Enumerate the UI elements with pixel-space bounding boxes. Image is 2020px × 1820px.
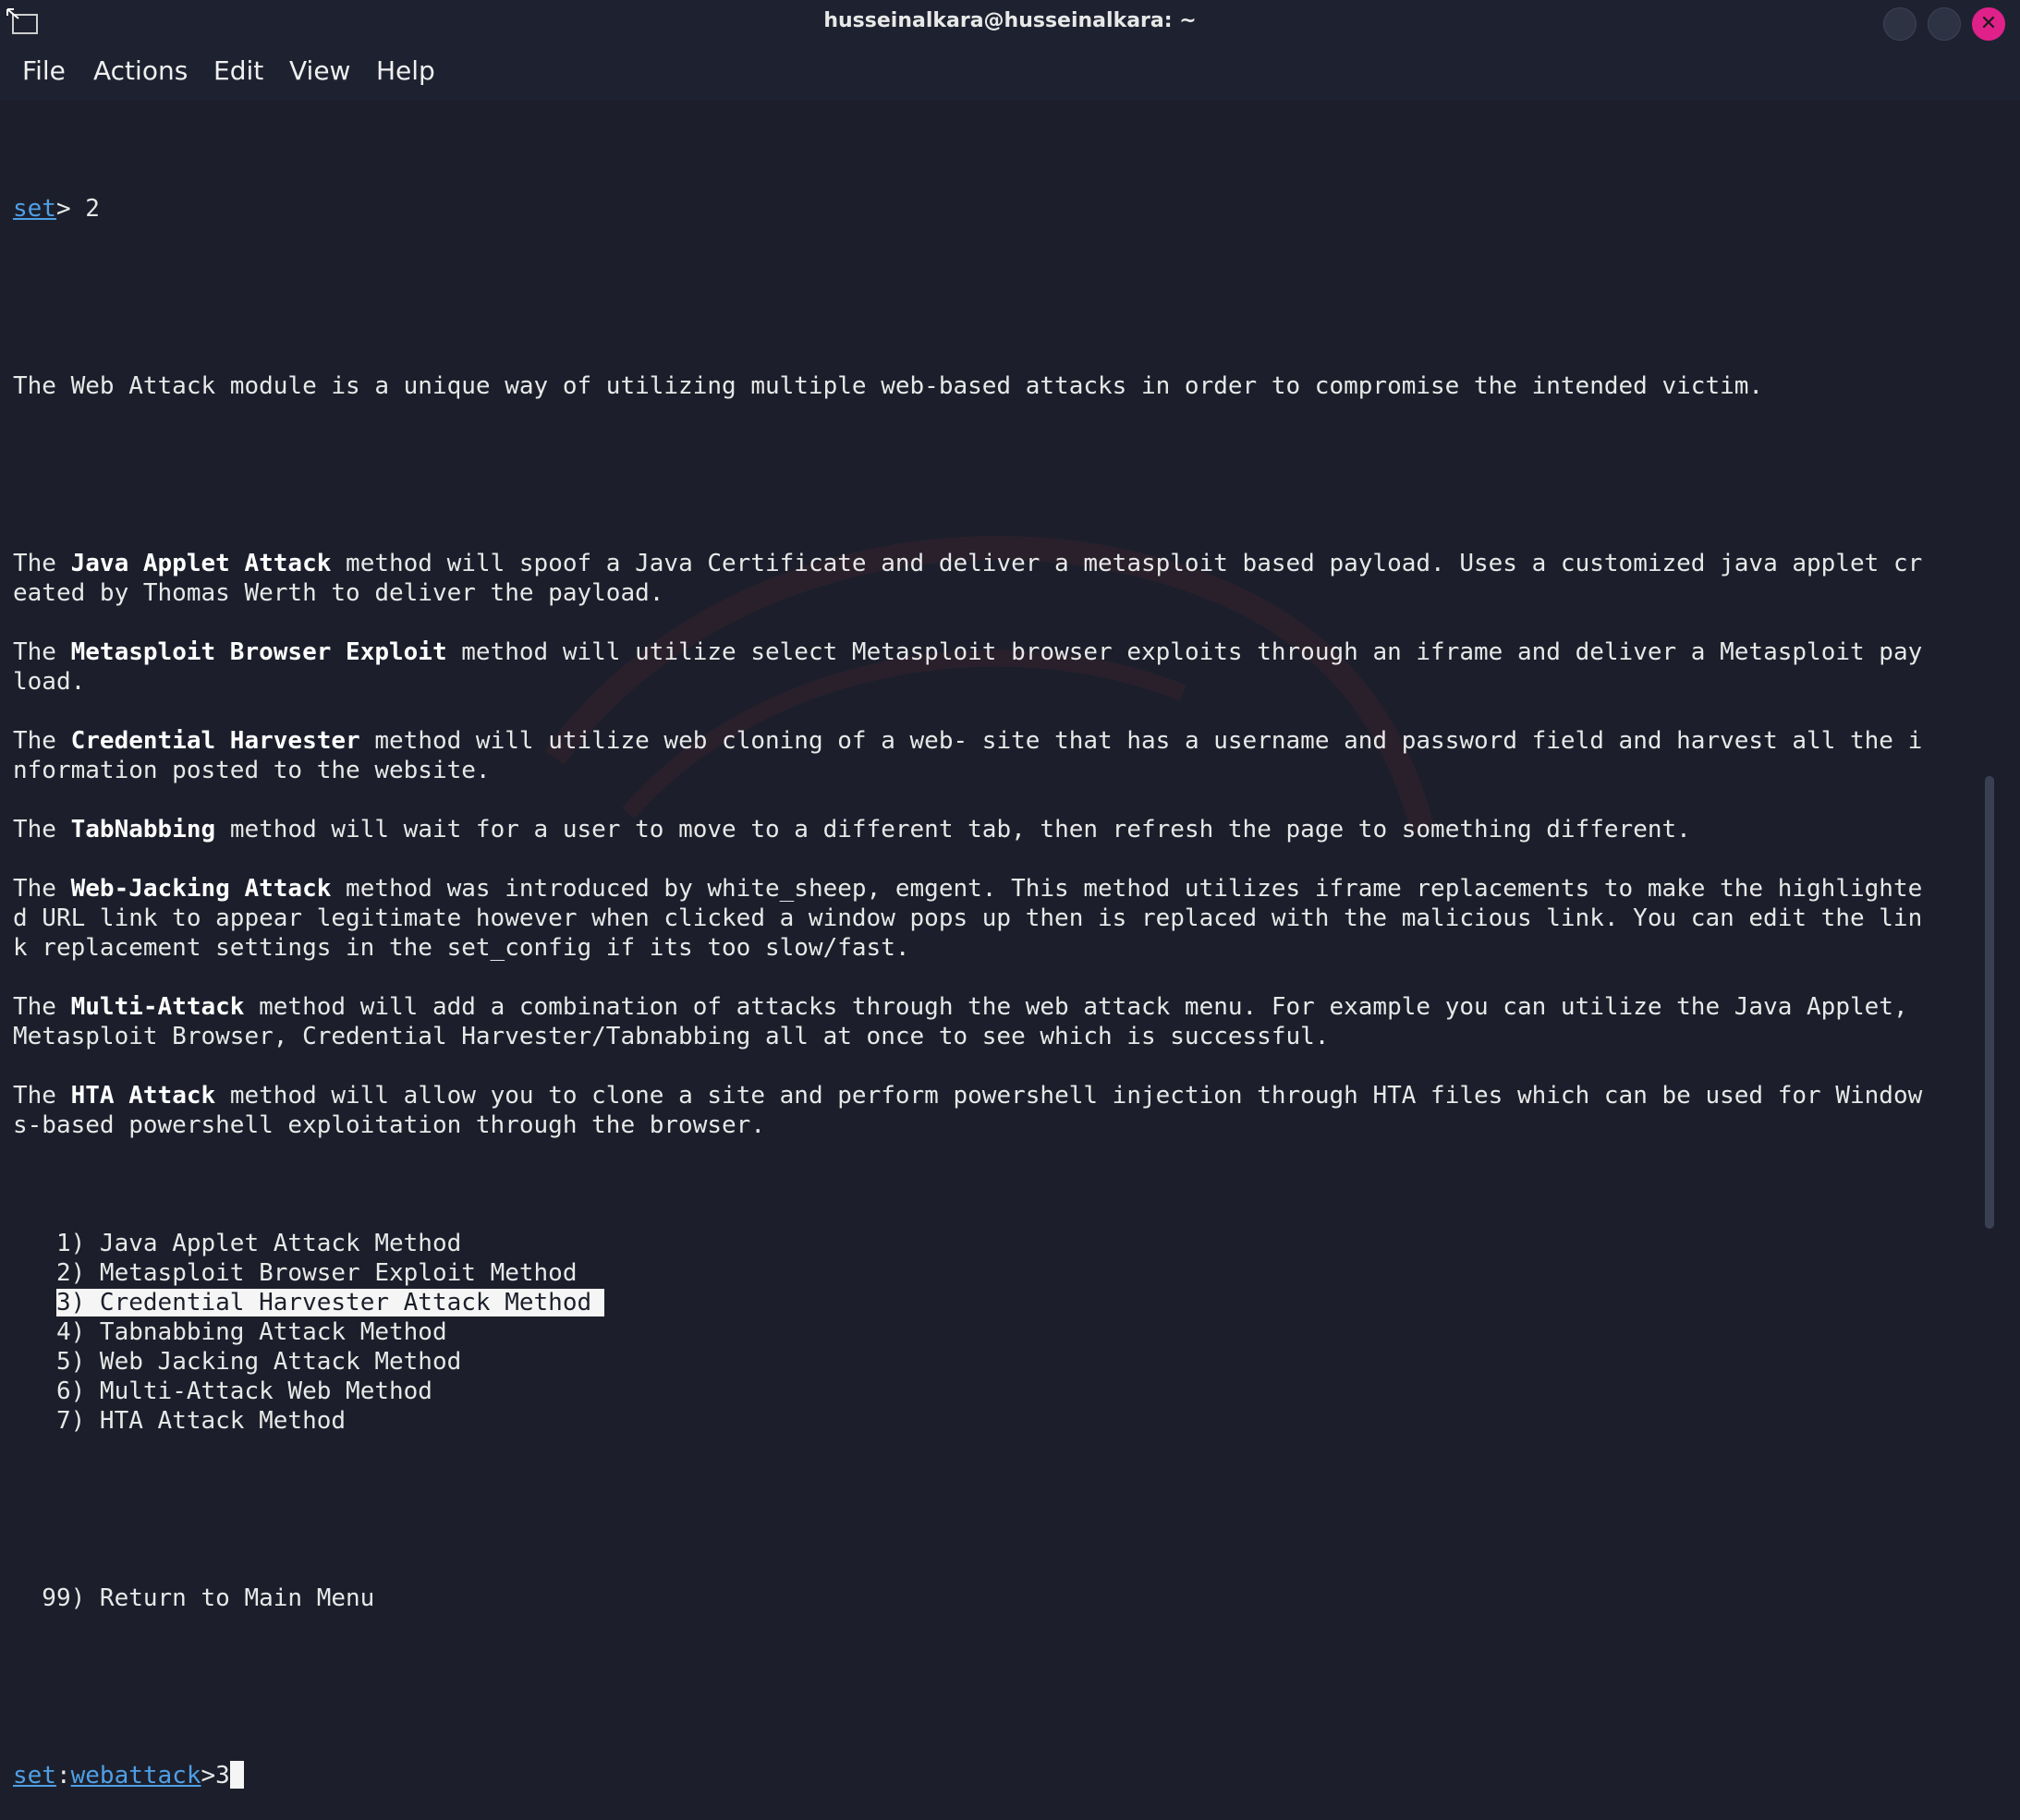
paragraph-prefix: The <box>13 727 71 755</box>
prompt-set-link[interactable]: set <box>13 195 56 223</box>
attack-name: HTA Attack <box>70 1082 216 1110</box>
prompt-input: > 2 <box>55 195 100 223</box>
paragraph-text: method will utilize select Metasploit br… <box>446 638 1923 666</box>
paragraph-line: The Multi-Attack method will add a combi… <box>13 992 1977 1022</box>
menu-option[interactable]: 1) Java Applet Attack Method <box>13 1229 1977 1258</box>
attack-name: Credential Harvester <box>70 727 360 755</box>
return-main-menu-option[interactable]: 99) Return to Main Menu <box>13 1583 1977 1613</box>
description-paragraphs: The Java Applet Attack method will spoof… <box>13 549 1977 1170</box>
close-button[interactable]: ✕ <box>1972 7 2005 41</box>
paragraph-line: Metasploit Browser, Credential Harvester… <box>13 1023 1330 1050</box>
paragraph-line: The Metasploit Browser Exploit method wi… <box>13 637 1977 667</box>
attack-name: Web-Jacking Attack <box>70 875 332 903</box>
prompt-input: >3 <box>201 1762 230 1790</box>
paragraph-line: The Credential Harvester method will uti… <box>13 726 1977 756</box>
option-label: 1) Java Applet Attack Method <box>55 1230 462 1257</box>
paragraph-prefix: The <box>13 638 71 666</box>
paragraph-line: k replacement settings in the set_config… <box>13 934 910 962</box>
paragraph-line: The TabNabbing method will wait for a us… <box>13 815 1977 844</box>
paragraph-prefix: The <box>13 550 71 577</box>
maximize-button[interactable] <box>1928 7 1961 41</box>
minimize-button[interactable] <box>1883 7 1917 41</box>
paragraph-text: method was introduced by white_sheep, em… <box>331 875 1923 903</box>
paragraph-prefix: The <box>13 1082 71 1110</box>
window-title: husseinalkara@husseinalkara: ~ <box>823 9 1197 32</box>
attack-method-list: 1) Java Applet Attack Method 2) Metasplo… <box>13 1229 1977 1436</box>
webattack-prompt-line[interactable]: set:webattack>3 <box>13 1761 1977 1790</box>
menu-option[interactable]: 5) Web Jacking Attack Method <box>13 1347 1977 1377</box>
prompt-separator: : <box>55 1762 71 1790</box>
paragraph-text: method will utilize web cloning of a web… <box>359 727 1923 755</box>
attack-name: Metasploit Browser Exploit <box>70 638 447 666</box>
attack-name: Multi-Attack <box>70 993 245 1021</box>
text-cursor <box>229 1761 244 1789</box>
option-label: 7) HTA Attack Method <box>55 1407 347 1435</box>
attack-name: TabNabbing <box>70 816 216 843</box>
paragraph-line: eated by Thomas Werth to deliver the pay… <box>13 579 664 607</box>
menu-view[interactable]: View <box>289 55 350 86</box>
terminal-output[interactable]: set> 2 The Web Attack module is a unique… <box>13 135 1977 1820</box>
paragraph-prefix: The <box>13 993 71 1021</box>
paragraph-prefix: The <box>13 816 71 843</box>
menu-help[interactable]: Help <box>376 55 435 86</box>
prompt-webattack-link[interactable]: webattack <box>71 1762 201 1790</box>
menu-bar: File Actions Edit View Help <box>0 48 2020 100</box>
menu-option[interactable]: 2) Metasploit Browser Exploit Method <box>13 1258 1977 1288</box>
attack-name: Java Applet Attack <box>70 550 332 577</box>
prompt-line: set> 2 <box>13 194 1977 224</box>
paragraph-text: method will spoof a Java Certificate and… <box>331 550 1923 577</box>
menu-file[interactable]: File <box>22 55 66 86</box>
paragraph-line: d URL link to appear legitimate however … <box>13 904 1923 932</box>
paragraph-text: method will add a combination of attacks… <box>244 993 1908 1021</box>
prompt-set-link[interactable]: set <box>13 1762 56 1790</box>
paragraph-line: s-based powershell exploitation through … <box>13 1111 765 1139</box>
option-label: 6) Multi-Attack Web Method <box>55 1377 432 1405</box>
menu-option[interactable]: 4) Tabnabbing Attack Method <box>13 1317 1977 1347</box>
close-icon: ✕ <box>1979 12 1998 35</box>
menu-option[interactable]: 7) HTA Attack Method <box>13 1406 1977 1436</box>
option-label: 3) Credential Harvester Attack Method <box>55 1289 605 1316</box>
paragraph-line: load. <box>13 668 86 696</box>
menu-actions[interactable]: Actions <box>93 55 188 86</box>
paragraph-text: method will wait for a user to move to a… <box>215 816 1691 843</box>
paragraph-line: The Web-Jacking Attack method was introd… <box>13 874 1977 904</box>
paragraph-line: The Java Applet Attack method will spoof… <box>13 549 1977 578</box>
menu-option-selected[interactable]: 3) Credential Harvester Attack Method <box>13 1288 1977 1317</box>
paragraph-text: method will allow you to clone a site an… <box>215 1082 1923 1110</box>
menu-option[interactable]: 6) Multi-Attack Web Method <box>13 1377 1977 1406</box>
menu-edit[interactable]: Edit <box>213 55 263 86</box>
paragraph-line: nformation posted to the website. <box>13 757 491 784</box>
option-label: 5) Web Jacking Attack Method <box>55 1348 462 1376</box>
paragraph-prefix: The <box>13 875 71 903</box>
paragraph-line: The HTA Attack method will allow you to … <box>13 1081 1977 1110</box>
option-label: 4) Tabnabbing Attack Method <box>55 1318 447 1346</box>
option-label: 2) Metasploit Browser Exploit Method <box>55 1259 578 1287</box>
title-bar: husseinalkara@husseinalkara: ~ ✕ <box>0 0 2020 48</box>
intro-line: The Web Attack module is a unique way of… <box>13 372 1764 400</box>
scrollbar[interactable] <box>1985 776 1994 1229</box>
